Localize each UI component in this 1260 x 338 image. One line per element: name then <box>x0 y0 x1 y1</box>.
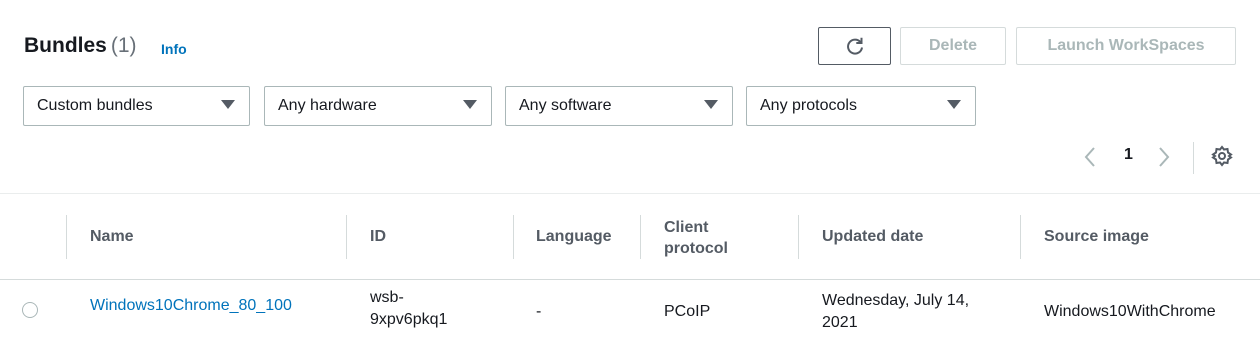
filter-value: Any software <box>519 97 612 114</box>
header-bottom-border <box>0 279 1260 280</box>
gear-icon[interactable] <box>1211 145 1233 167</box>
chevron-left-icon[interactable] <box>1083 145 1097 169</box>
hardware-filter[interactable]: Any hardware <box>264 86 492 126</box>
page-title-text: Bundles <box>24 34 107 57</box>
bundle-source-image: Windows10WithChrome <box>1044 303 1216 320</box>
refresh-button[interactable] <box>818 27 891 65</box>
column-divider <box>1020 215 1021 259</box>
launch-workspaces-button[interactable]: Launch WorkSpaces <box>1016 27 1236 65</box>
chevron-right-icon[interactable] <box>1157 145 1171 169</box>
column-divider <box>640 215 641 259</box>
filter-value: Custom bundles <box>37 97 153 114</box>
delete-button[interactable]: Delete <box>900 27 1006 65</box>
column-divider <box>346 215 347 259</box>
filter-value: Any protocols <box>760 97 857 114</box>
info-link[interactable]: Info <box>161 41 187 57</box>
table-top-border <box>0 193 1260 194</box>
caret-down-icon <box>221 100 235 109</box>
column-header-updated-date[interactable]: Updated date <box>822 228 923 246</box>
bundle-name-link[interactable]: Windows10Chrome_80_100 <box>90 295 292 317</box>
column-header-client-protocol[interactable]: Client protocol <box>664 217 754 259</box>
refresh-icon <box>846 37 863 55</box>
column-header-id[interactable]: ID <box>370 228 386 246</box>
column-header-name[interactable]: Name <box>90 228 134 246</box>
bundle-id: wsb-9xpv6pkq1 <box>370 289 448 328</box>
column-header-source-image[interactable]: Source image <box>1044 228 1149 246</box>
software-filter[interactable]: Any software <box>505 86 733 126</box>
row-select-radio[interactable] <box>22 302 38 318</box>
column-divider <box>66 215 67 259</box>
protocol-filter[interactable]: Any protocols <box>746 86 976 126</box>
bundle-count: (1) <box>110 34 137 57</box>
page-title: Bundles (1) <box>24 34 137 58</box>
bundle-language: - <box>536 303 542 320</box>
column-divider <box>798 215 799 259</box>
filter-value: Any hardware <box>278 97 377 114</box>
caret-down-icon <box>704 100 718 109</box>
bundle-type-filter[interactable]: Custom bundles <box>23 86 250 126</box>
pager-divider <box>1193 142 1194 174</box>
current-page[interactable]: 1 <box>1124 146 1133 164</box>
column-divider <box>513 215 514 259</box>
caret-down-icon <box>463 100 477 109</box>
bundle-client-protocol: PCoIP <box>664 303 711 320</box>
column-header-language[interactable]: Language <box>536 228 612 246</box>
caret-down-icon <box>947 100 961 109</box>
bundle-updated-date: Wednesday, July 14, 2021 <box>822 292 970 331</box>
